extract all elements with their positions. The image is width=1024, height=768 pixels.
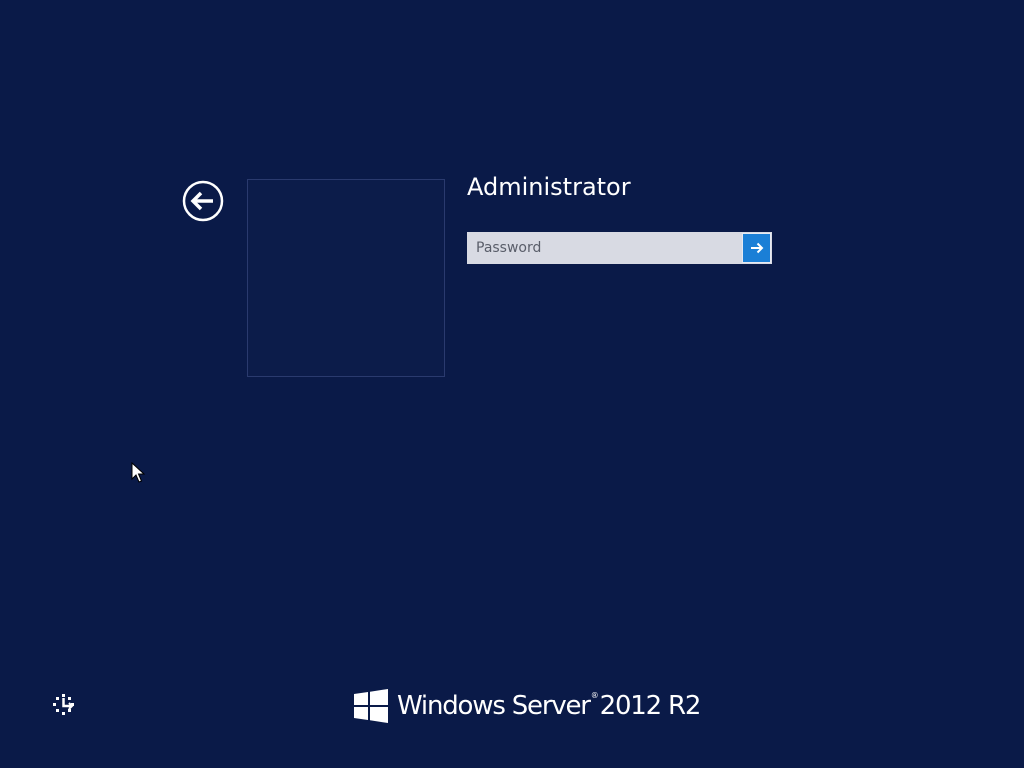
password-input[interactable] <box>467 232 741 264</box>
windows-logo-icon <box>354 689 388 723</box>
lock-screen: Administrator Windows Server®2012 R2 <box>0 0 1024 768</box>
product-name-text: Windows Server <box>397 691 591 721</box>
product-branding: Windows Server®2012 R2 <box>354 688 702 724</box>
ease-of-access-icon <box>53 694 74 715</box>
back-button[interactable] <box>182 180 224 222</box>
mouse-pointer-icon <box>131 462 145 483</box>
arrow-right-icon <box>750 242 763 254</box>
username-label: Administrator <box>467 173 631 201</box>
product-name: Windows Server®2012 R2 <box>397 691 702 721</box>
submit-button[interactable] <box>742 233 771 263</box>
password-field-container <box>467 232 772 264</box>
trademark-symbol: ® <box>590 691 599 700</box>
ease-of-access-button[interactable] <box>50 692 78 720</box>
user-avatar <box>247 179 445 377</box>
back-arrow-icon <box>182 180 224 222</box>
product-version: 2012 R2 <box>599 691 702 721</box>
